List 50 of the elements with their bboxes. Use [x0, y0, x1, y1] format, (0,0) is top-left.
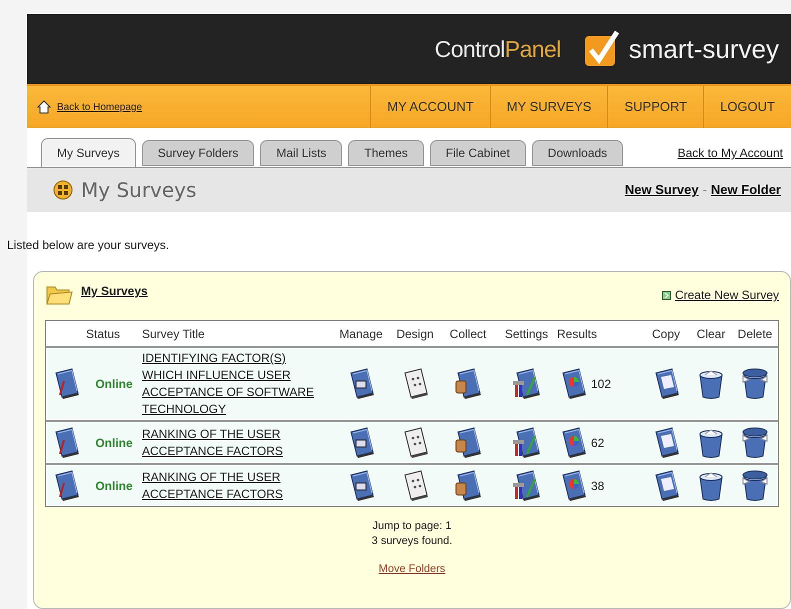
tab[interactable]: Themes: [348, 140, 424, 166]
tab[interactable]: Downloads: [532, 140, 624, 166]
product-title: ControlPanel: [434, 34, 561, 64]
survey-title-link[interactable]: IDENTIFYING FACTOR(S) WHICH INFLUENCE USER ACCEPTANCE OF SOFTWARE TECHNOLOGY: [142, 350, 332, 418]
panel-title-link[interactable]: My Surveys: [81, 282, 662, 300]
move-folders-link[interactable]: Move Folders: [378, 562, 446, 577]
response-count: 38: [591, 478, 604, 494]
create-survey-link[interactable]: Create New Survey: [674, 286, 779, 304]
status-text: Online: [94, 376, 134, 393]
intro-text: Listed below are your surveys.: [7, 237, 170, 254]
account-link[interactable]: Back to My Account: [678, 144, 791, 162]
status-text: Online: [94, 478, 134, 494]
tab[interactable]: Mail Lists: [260, 140, 342, 166]
column-header: Collect: [448, 326, 488, 342]
column-header: Clear: [696, 326, 726, 342]
page-title: My Surveys: [81, 177, 198, 204]
response-count: 102: [591, 376, 612, 393]
tab[interactable]: File Cabinet: [430, 140, 526, 166]
column-header: Copy: [650, 326, 681, 342]
tab[interactable]: Survey Folders: [142, 140, 254, 166]
checkmark-logo-icon: [582, 30, 621, 68]
nav-link[interactable]: MY ACCOUNT: [370, 86, 490, 128]
status-text: Online: [94, 434, 134, 452]
column-header: Status: [86, 326, 122, 342]
nav-link[interactable]: MY SURVEYS: [490, 86, 608, 128]
brand-name: smart-survey: [628, 32, 779, 66]
column-header: Survey Title: [142, 326, 206, 342]
grid-circle-icon: [53, 180, 73, 200]
column-header: Delete: [736, 326, 774, 342]
survey-title-link[interactable]: RANKING OF THE USER ACCEPTANCE FACTORS: [142, 468, 332, 502]
column-header: Manage: [338, 326, 384, 342]
tab[interactable]: My Surveys: [41, 138, 136, 167]
notebook-icon[interactable]: [510, 468, 542, 502]
column-header: Results: [557, 326, 598, 342]
column-header: Settings: [504, 326, 550, 342]
nav-link[interactable]: LOGOUT: [703, 86, 791, 128]
response-count: 62: [591, 434, 604, 452]
home-link[interactable]: Back to Homepage: [57, 100, 142, 114]
column-header: Design: [395, 326, 435, 342]
new-folder-link[interactable]: New Folder: [710, 180, 781, 200]
results-count-text: 3 surveys found.: [372, 534, 452, 549]
arrow-square-icon: [662, 290, 671, 300]
separator-text: -: [702, 181, 707, 200]
notebook-icon[interactable]: [510, 426, 542, 460]
survey-title-link[interactable]: RANKING OF THE USER ACCEPTANCE FACTORS: [142, 426, 332, 460]
house-icon[interactable]: [37, 100, 51, 114]
notebook-icon[interactable]: [510, 367, 542, 401]
new-survey-link[interactable]: New Survey: [624, 180, 699, 200]
nav-link[interactable]: SUPPORT: [607, 86, 704, 128]
page-jump-text: Jump to page: 1: [372, 519, 452, 534]
